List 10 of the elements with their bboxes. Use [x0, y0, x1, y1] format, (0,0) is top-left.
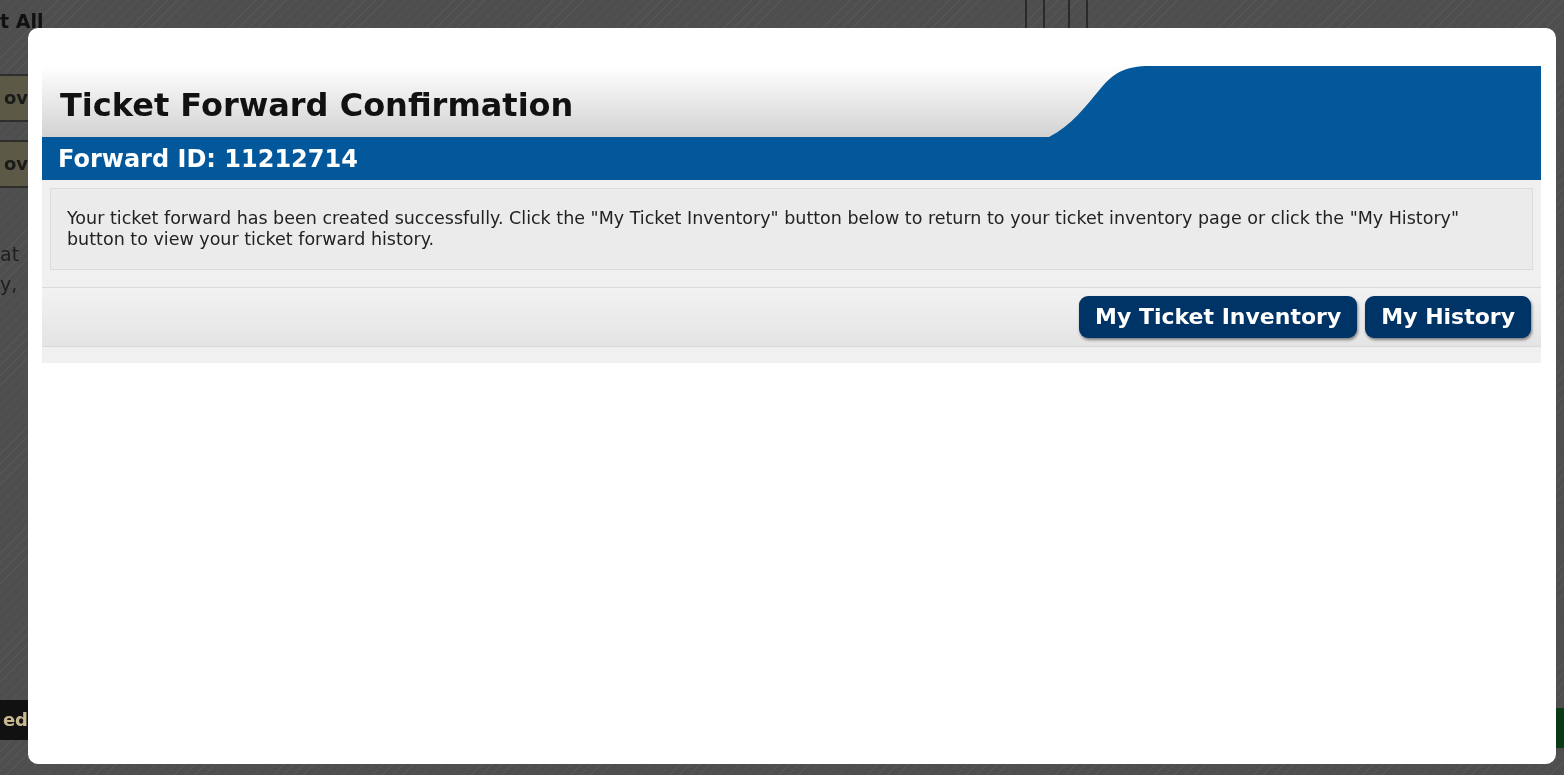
- confirmation-message: Your ticket forward has been created successfully. Click the "My Ticket Inventory" button below to return to your ticket inventory page or click the "My History" button to view your ticket forward history.: [67, 208, 1460, 250]
- dialog-title: Ticket Forward Confirmation: [42, 66, 1041, 137]
- background-text: ov: [0, 140, 28, 188]
- background-text: ed: [0, 700, 28, 740]
- nav-button[interactable]: My Ticket Inventory: [1079, 296, 1358, 338]
- background-text: ov: [0, 74, 28, 122]
- background-bar: [1556, 708, 1564, 748]
- forward-id: Forward ID: 11212714: [58, 144, 358, 173]
- background-text: t All: [0, 10, 44, 32]
- nav-button[interactable]: My History: [1365, 296, 1531, 338]
